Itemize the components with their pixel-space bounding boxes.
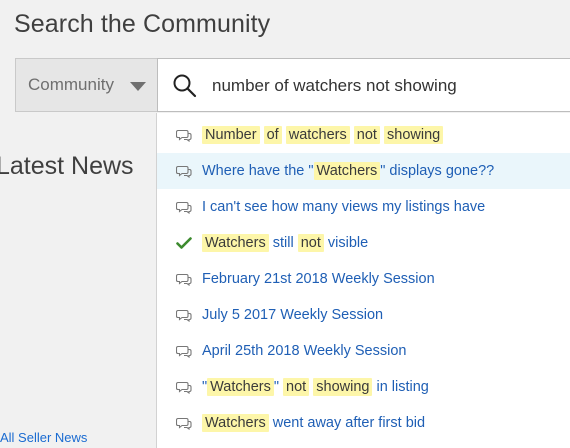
suggestion-fragment: Where have the "	[202, 163, 314, 179]
suggestion-fragment: April 25th 2018 Weekly Session	[202, 343, 407, 359]
highlighted-term: of	[263, 126, 282, 144]
checkmark-icon	[176, 236, 192, 250]
suggestion-text: I can't see how many views my listings h…	[202, 199, 485, 215]
suggestion-fragment: in listing	[372, 379, 429, 395]
suggestion-text: Number of watchers not showing	[202, 126, 444, 144]
suggestion-text: April 25th 2018 Weekly Session	[202, 343, 406, 359]
suggestion-item[interactable]: I can't see how many views my listings h…	[157, 189, 570, 225]
suggestion-fragment: still	[268, 235, 298, 251]
suggestion-item[interactable]: July 5 2017 Weekly Session	[157, 297, 570, 333]
page: Search the Community Community Latest Ne…	[0, 0, 570, 448]
highlighted-term: showing	[384, 126, 444, 144]
highlighted-term: Number	[202, 126, 260, 144]
highlighted-term: Watchers	[202, 414, 269, 432]
suggestion-item[interactable]: " Watchers " not showing in listing	[157, 369, 570, 405]
scope-label: Community	[28, 75, 114, 94]
highlighted-term: showing	[313, 378, 373, 396]
all-seller-news-link[interactable]: All Seller News	[0, 430, 87, 445]
highlighted-term: not	[353, 126, 380, 144]
highlighted-term: not	[283, 378, 310, 396]
highlighted-term: Watchers	[207, 378, 274, 396]
suggestion-fragment: " displays gone??	[380, 163, 495, 179]
suggestion-item[interactable]: Number of watchers not showing	[157, 117, 570, 153]
suggestion-fragment: went away after first bid	[268, 415, 426, 431]
highlighted-term: not	[297, 234, 324, 252]
suggestion-item[interactable]: April 25th 2018 Weekly Session	[157, 333, 570, 369]
suggestion-text: Watchers still not visible	[202, 234, 369, 252]
search-input[interactable]	[212, 73, 570, 99]
highlighted-term: Watchers	[313, 162, 381, 180]
search-box[interactable]	[157, 58, 570, 112]
suggestion-fragment	[260, 127, 264, 143]
suggestion-text: Where have the " Watchers " displays gone?…	[202, 162, 495, 180]
chat-bubbles-icon	[175, 416, 192, 431]
highlighted-term: Watchers	[202, 234, 269, 252]
suggestion-text: July 5 2017 Weekly Session	[202, 307, 383, 323]
suggestion-text: Watchers went away after first bid	[202, 414, 426, 432]
latest-news-title: Latest News	[0, 152, 134, 180]
suggestion-text: " Watchers " not showing in listing	[202, 378, 429, 396]
search-heading: Search the Community	[14, 10, 271, 38]
suggestion-fragment: visible	[323, 235, 369, 251]
chat-bubbles-icon	[175, 308, 192, 323]
suggestion-text: February 21st 2018 Weekly Session	[202, 271, 435, 287]
caret-down-icon	[130, 82, 146, 91]
chat-bubbles-icon	[175, 272, 192, 287]
suggestions-dropdown: Number of watchers not showing Where have…	[156, 113, 570, 448]
highlighted-term: watchers	[285, 126, 350, 144]
chat-bubbles-icon	[175, 200, 192, 215]
suggestion-fragment: July 5 2017 Weekly Session	[202, 307, 384, 323]
suggestion-fragment: I can't see how many views my listings h…	[202, 199, 486, 215]
chat-bubbles-icon	[175, 380, 192, 395]
suggestion-item[interactable]: Where have the " Watchers " displays gone?…	[157, 153, 570, 189]
search-icon	[173, 74, 197, 98]
suggestion-fragment: "	[273, 379, 284, 395]
scope-dropdown[interactable]: Community	[15, 58, 157, 112]
suggestion-fragment: February 21st 2018 Weekly Session	[202, 271, 435, 287]
chat-bubbles-icon	[175, 128, 192, 143]
suggestion-item[interactable]: Watchers still not visible	[157, 225, 570, 261]
chat-bubbles-icon	[175, 344, 192, 359]
suggestion-item[interactable]: Watchers went away after first bid	[157, 405, 570, 441]
suggestion-item[interactable]: February 21st 2018 Weekly Session	[157, 261, 570, 297]
chat-bubbles-icon	[175, 164, 192, 179]
